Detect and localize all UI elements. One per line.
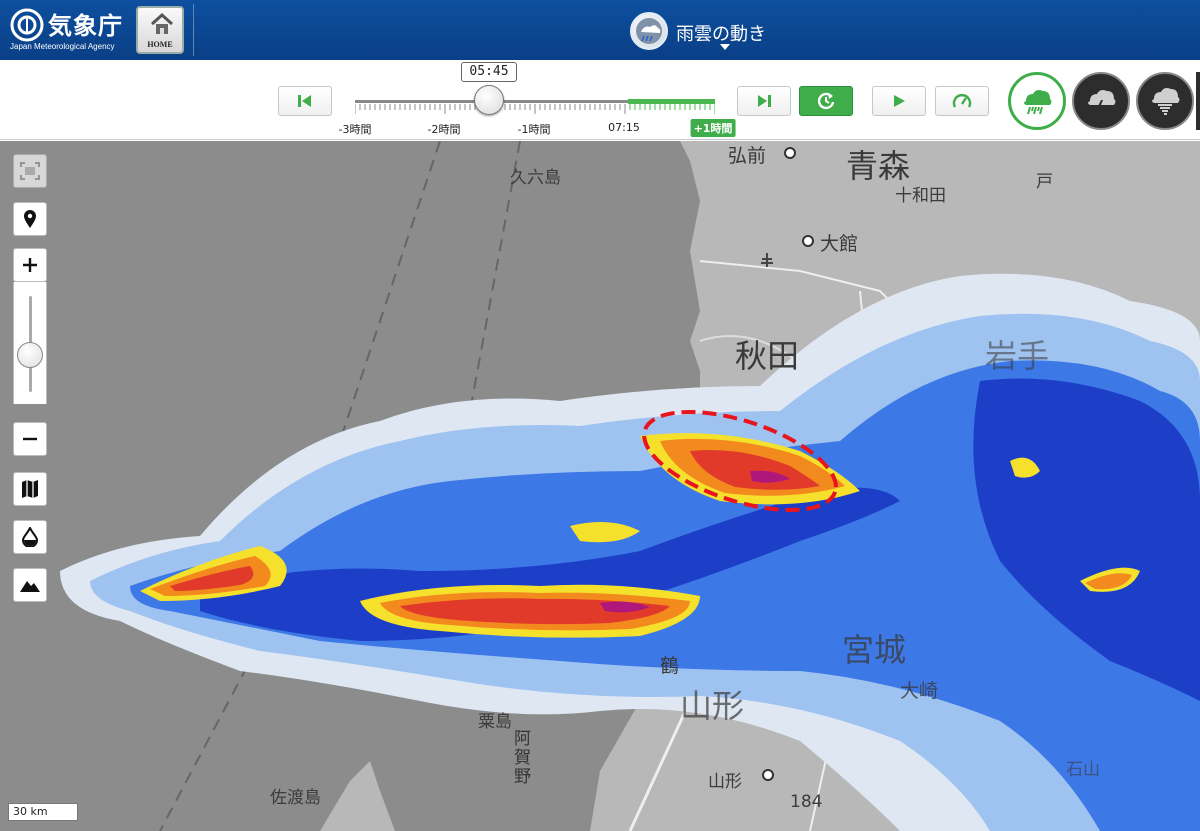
tick-minus-3h: -3時間 [338,123,372,136]
home-button[interactable]: HOME [136,6,184,54]
rain-cloud-icon [1024,90,1052,115]
tick-now: 07:15 [608,121,640,134]
label-he: 戸 [1036,172,1053,192]
speed-button[interactable] [935,86,989,116]
terrain-button[interactable] [13,568,47,602]
play-button[interactable] [872,86,926,116]
label-osaki: 大崎 [900,680,939,702]
folded-map-icon [22,480,38,498]
label-hirosaki: 弘前 [728,145,767,167]
map-canvas[interactable] [0,141,1200,831]
label-odate: 大館 [820,233,859,255]
label-yamagata-pref: 山形 [680,687,745,725]
label-yamagata-city: 山形 [708,772,742,792]
latest-button[interactable] [799,86,853,116]
label-miyagi: 宮城 [842,631,907,669]
tornado-cloud-icon [1152,88,1180,115]
map-layers-button[interactable] [13,472,47,506]
tick-minus-2h: -2時間 [427,123,461,136]
tick-plus-1h: +1時間 [690,119,736,137]
page-title: 雨雲の動き [676,24,766,45]
logo-text: 気象庁 [48,12,123,40]
content-selector[interactable]: 雨雲の動き [630,12,830,52]
tick-minus-1h: -1時間 [517,123,551,136]
label-sadogashima: 佐渡島 [270,788,321,808]
label-tsuru: 鶴 [660,655,680,677]
mode-thunder-button[interactable] [1072,72,1130,130]
timeline-ticks [355,104,715,114]
house-icon [150,12,174,34]
speed-gauge-icon [952,94,972,108]
map-pin-icon [24,210,36,228]
refresh-latest-icon [817,92,835,110]
thunder-cloud-icon [1088,90,1116,115]
mode-tornado-button[interactable] [1136,72,1194,130]
skip-to-end-icon [758,95,771,107]
label-route-184: 184 [790,792,823,812]
label-ishi: 石山 [1066,760,1100,780]
jma-logo[interactable]: 気象庁 Japan Meteorological Agency [8,6,128,54]
timeline-slider-handle[interactable] [474,85,504,115]
timeline-controls: 05:45 -3時間 -2時間 -1時間 07:15 +1時間 [0,60,1200,140]
label-towada: 十和田 [895,186,946,206]
label-agano: 阿賀野 [510,729,530,786]
zoom-out-button[interactable] [13,422,47,456]
plus-icon [23,258,37,272]
chevron-down-icon [720,44,730,50]
fullscreen-icon [20,162,40,180]
logo-subtitle: Japan Meteorological Agency [10,42,115,51]
city-marker-yamagata[interactable] [762,769,774,781]
skip-to-start-icon [298,95,311,107]
label-kyurokujima: 久六島 [510,168,561,188]
play-icon [894,95,905,107]
skip-to-end-button[interactable] [737,86,791,116]
mountain-icon [20,581,40,592]
minus-icon [23,437,37,441]
city-marker-odate[interactable] [802,235,814,247]
fullscreen-button[interactable] [13,154,47,188]
mode-more-button[interactable] [1196,72,1200,130]
zoom-slider[interactable] [13,282,47,404]
jma-emblem-icon [10,8,44,42]
zoom-slider-handle[interactable] [17,342,43,368]
header-divider [193,4,194,56]
scale-bar: 30 km [8,803,78,821]
home-label: HOME [147,40,173,49]
city-marker-hirosaki[interactable] [784,147,796,159]
rain-cloud-globe-icon [630,12,668,50]
label-iwate: 岩手 [985,337,1050,375]
mode-rain-button[interactable] [1008,72,1066,130]
water-drop-icon [22,527,38,547]
skip-to-start-button[interactable] [278,86,332,116]
label-akita: 秋田 [735,337,800,375]
radar-map[interactable]: 青森 弘前 十和田 戸 大館 久六島 秋田 岩手 宮城 大崎 山形 鶴 山形 粟… [0,141,1200,831]
current-location-button[interactable] [13,202,47,236]
label-awashima: 粟島 [478,712,512,732]
zoom-in-button[interactable] [13,248,47,282]
rain-legend-button[interactable] [13,520,47,554]
current-time-label: 05:45 [461,62,517,82]
app-header: 気象庁 Japan Meteorological Agency HOME 雨雲の… [0,0,1200,60]
